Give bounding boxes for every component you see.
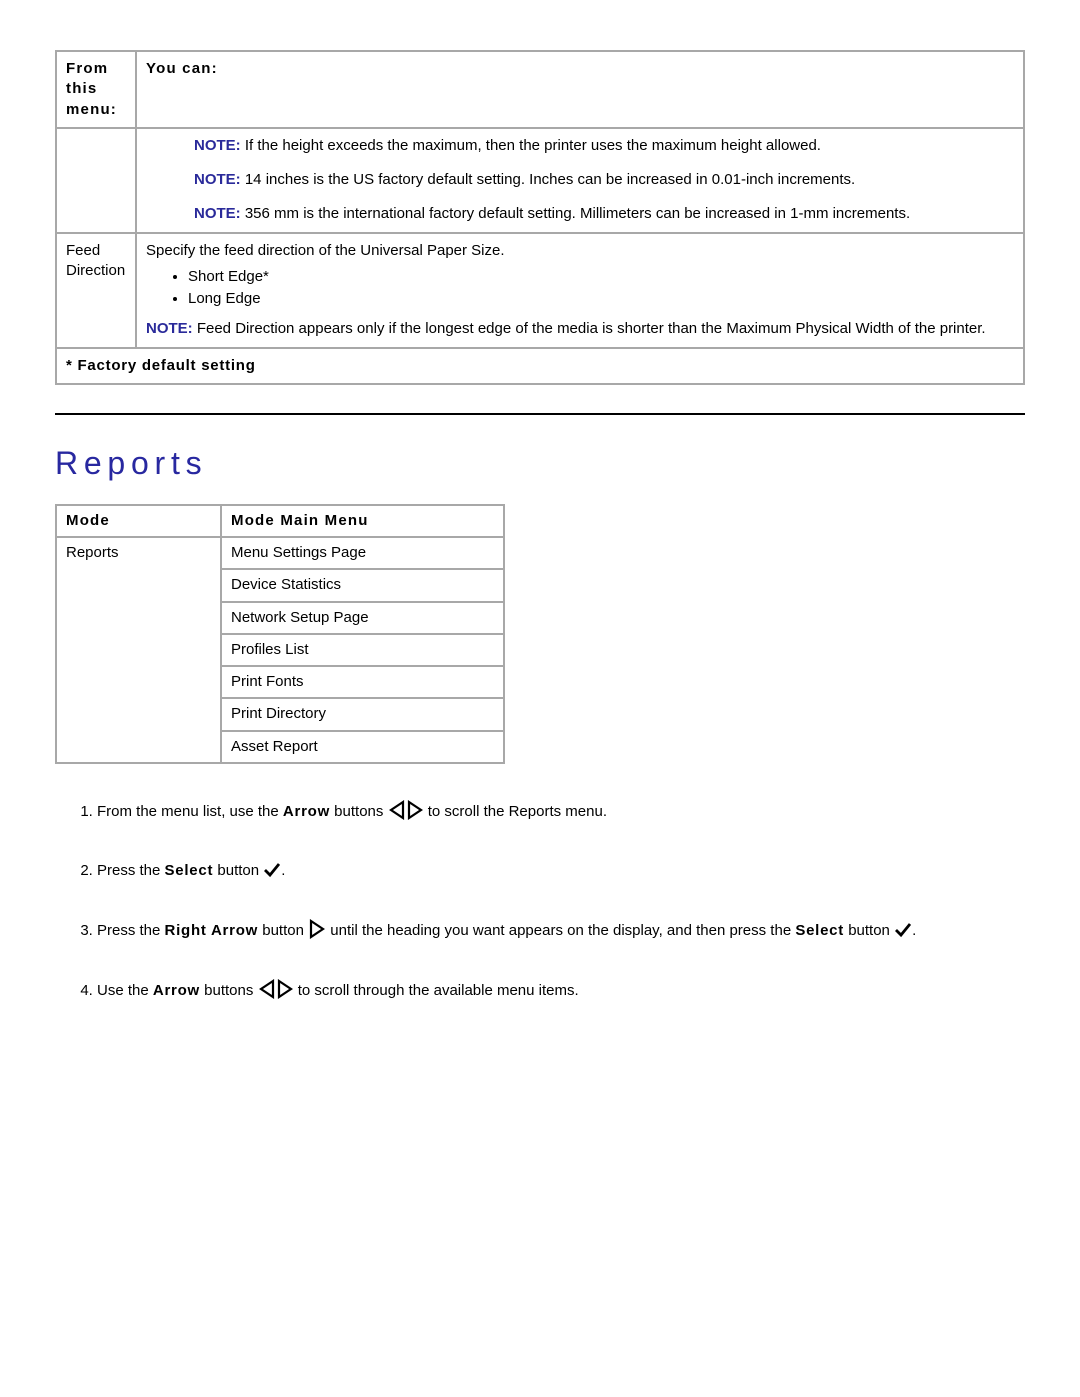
options-list: Short Edge* Long Edge <box>146 267 1014 310</box>
menu-item: Device Statistics <box>221 569 504 601</box>
header-col2: Mode Main Menu <box>221 505 504 537</box>
step-text: button <box>258 922 308 939</box>
note-label: NOTE: <box>194 171 241 188</box>
table-header-row: From this menu: You can: <box>56 51 1024 128</box>
row-label: Feed Direction <box>56 233 136 348</box>
step-text: buttons <box>200 982 258 999</box>
footnote-text: * Factory default setting <box>56 348 1024 384</box>
header-col2: You can: <box>136 51 1024 128</box>
note-line: NOTE: Feed Direction appears only if the… <box>146 319 1014 339</box>
note-text: 356 mm is the international factory defa… <box>241 205 910 222</box>
note-label: NOTE: <box>194 205 241 222</box>
header-col1: From this menu: <box>56 51 136 128</box>
step-item: From the menu list, use the Arrow button… <box>97 800 1025 822</box>
step-bold: Arrow <box>283 803 330 820</box>
menu-item: Print Directory <box>221 698 504 730</box>
note-label: NOTE: <box>194 137 241 154</box>
table-row: Reports Menu Settings Page <box>56 537 504 569</box>
step-text: Press the <box>97 922 165 939</box>
step-text: . <box>281 862 285 879</box>
step-text: button <box>844 922 894 939</box>
step-text: From the menu list, use the <box>97 803 283 820</box>
menu-item: Network Setup Page <box>221 602 504 634</box>
arrows-icon <box>388 800 424 820</box>
arrows-icon <box>258 979 294 999</box>
step-text: to scroll through the available menu ite… <box>298 982 579 999</box>
note-text: If the height exceeds the maximum, then … <box>241 137 821 154</box>
menu-item: Profiles List <box>221 634 504 666</box>
note-line: NOTE: 356 mm is the international factor… <box>194 204 1014 224</box>
menu-item: Asset Report <box>221 731 504 763</box>
step-bold: Right Arrow <box>165 922 259 939</box>
note-text: Feed Direction appears only if the longe… <box>193 320 986 337</box>
step-bold: Select <box>165 862 214 879</box>
menu-item: Print Fonts <box>221 666 504 698</box>
step-item: Use the Arrow buttons to scroll through … <box>97 979 1025 1001</box>
empty-cell <box>56 128 136 233</box>
step-text: Press the <box>97 862 165 879</box>
step-bold: Select <box>795 922 844 939</box>
step-text: button <box>213 862 263 879</box>
mode-cell: Reports <box>56 537 221 763</box>
footnote-row: * Factory default setting <box>56 348 1024 384</box>
step-item: Press the Right Arrow button until the h… <box>97 919 1025 941</box>
table-row: NOTE: If the height exceeds the maximum,… <box>56 128 1024 233</box>
row-intro: Specify the feed direction of the Univer… <box>146 241 1014 261</box>
step-text: . <box>912 922 916 939</box>
step-bold: Arrow <box>153 982 200 999</box>
universal-setup-table: From this menu: You can: NOTE: If the he… <box>55 50 1025 385</box>
note-label: NOTE: <box>146 320 193 337</box>
menu-item: Menu Settings Page <box>221 537 504 569</box>
step-text: until the heading you want appears on th… <box>330 922 795 939</box>
section-divider <box>55 413 1025 415</box>
step-text: to scroll the Reports menu. <box>428 803 607 820</box>
reports-table: Mode Mode Main Menu Reports Menu Setting… <box>55 504 505 764</box>
step-text: buttons <box>330 803 388 820</box>
header-col1: Mode <box>56 505 221 537</box>
note-text: 14 inches is the US factory default sett… <box>241 171 856 188</box>
list-item: Short Edge* <box>188 267 1014 287</box>
note-line: NOTE: 14 inches is the US factory defaul… <box>194 170 1014 190</box>
check-icon <box>263 861 281 879</box>
table-header-row: Mode Mode Main Menu <box>56 505 504 537</box>
table-row: Feed Direction Specify the feed directio… <box>56 233 1024 348</box>
step-item: Press the Select button . <box>97 860 1025 881</box>
section-title: Reports <box>55 445 1025 482</box>
list-item: Long Edge <box>188 289 1014 309</box>
check-icon <box>894 921 912 939</box>
step-text: Use the <box>97 982 153 999</box>
notes-cell: NOTE: If the height exceeds the maximum,… <box>136 128 1024 233</box>
right-arrow-icon <box>308 919 326 939</box>
row-content: Specify the feed direction of the Univer… <box>136 233 1024 348</box>
instruction-steps: From the menu list, use the Arrow button… <box>55 800 1025 1001</box>
note-line: NOTE: If the height exceeds the maximum,… <box>194 136 1014 156</box>
